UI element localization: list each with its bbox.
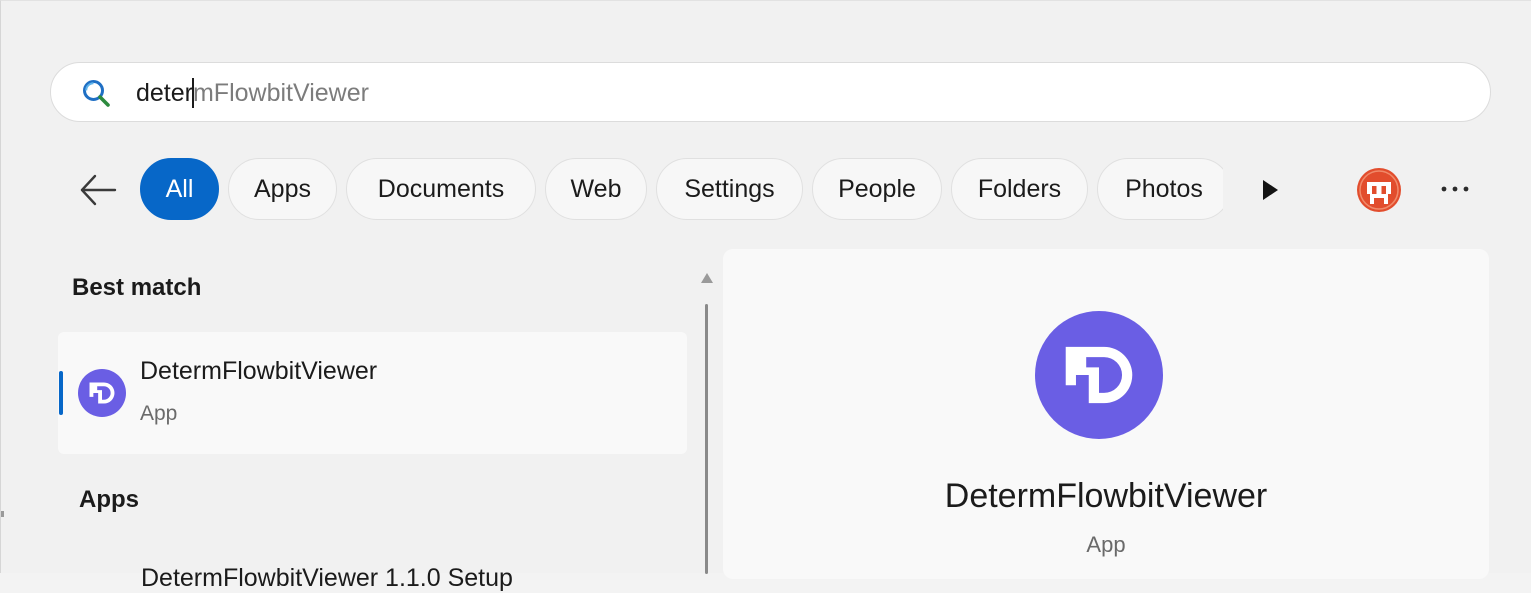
search-window: determFlowbitViewer All Apps Documents W… xyxy=(0,0,1531,592)
detail-app-name: DetermFlowbitViewer xyxy=(944,477,1268,515)
apps-heading: Apps xyxy=(79,486,139,513)
search-autocomplete: mFlowbitViewer xyxy=(192,79,369,107)
triangle-up-icon xyxy=(701,273,713,283)
more-options-icon xyxy=(1441,186,1469,192)
filter-tab-web[interactable]: Web xyxy=(545,158,647,220)
search-icon xyxy=(83,80,110,107)
more-options-button[interactable] xyxy=(1435,174,1475,204)
app-logo-icon xyxy=(78,369,126,417)
filter-tab-photos[interactable]: Photos xyxy=(1097,158,1223,220)
filter-tab-all[interactable]: All xyxy=(140,158,219,220)
more-filters-button[interactable] xyxy=(1255,175,1285,205)
scrollbar-thumb[interactable] xyxy=(705,304,708,574)
detail-app-type: App xyxy=(1086,532,1126,557)
filter-tab-clip: Photos xyxy=(1097,151,1223,227)
play-icon xyxy=(1263,180,1278,200)
best-match-result[interactable]: DetermFlowbitViewer App xyxy=(58,332,687,454)
selection-indicator xyxy=(59,371,63,415)
search-typed-text: deter xyxy=(136,79,193,107)
window-edge-mark xyxy=(1,511,4,517)
filter-tab-people[interactable]: People xyxy=(812,158,942,220)
search-box[interactable]: determFlowbitViewer xyxy=(50,62,1491,122)
best-match-heading: Best match xyxy=(72,274,202,301)
search-input[interactable]: determFlowbitViewer xyxy=(136,78,369,108)
back-button[interactable] xyxy=(77,169,119,211)
filter-tab-settings[interactable]: Settings xyxy=(656,158,803,220)
apps-result-item[interactable]: DetermFlowbitViewer 1.1.0 Setup xyxy=(141,564,513,593)
result-name: DetermFlowbitViewer xyxy=(140,357,378,385)
filter-tab-apps[interactable]: Apps xyxy=(228,158,337,220)
app-logo-icon xyxy=(1035,311,1163,439)
filter-tab-documents[interactable]: Documents xyxy=(346,158,536,220)
scroll-up-button[interactable] xyxy=(699,271,715,285)
detail-pane: DetermFlowbitViewer App xyxy=(723,249,1489,579)
avatar[interactable] xyxy=(1357,168,1401,212)
result-type: App xyxy=(140,402,178,425)
filter-tab-folders[interactable]: Folders xyxy=(951,158,1088,220)
arrow-left-icon xyxy=(80,174,117,206)
